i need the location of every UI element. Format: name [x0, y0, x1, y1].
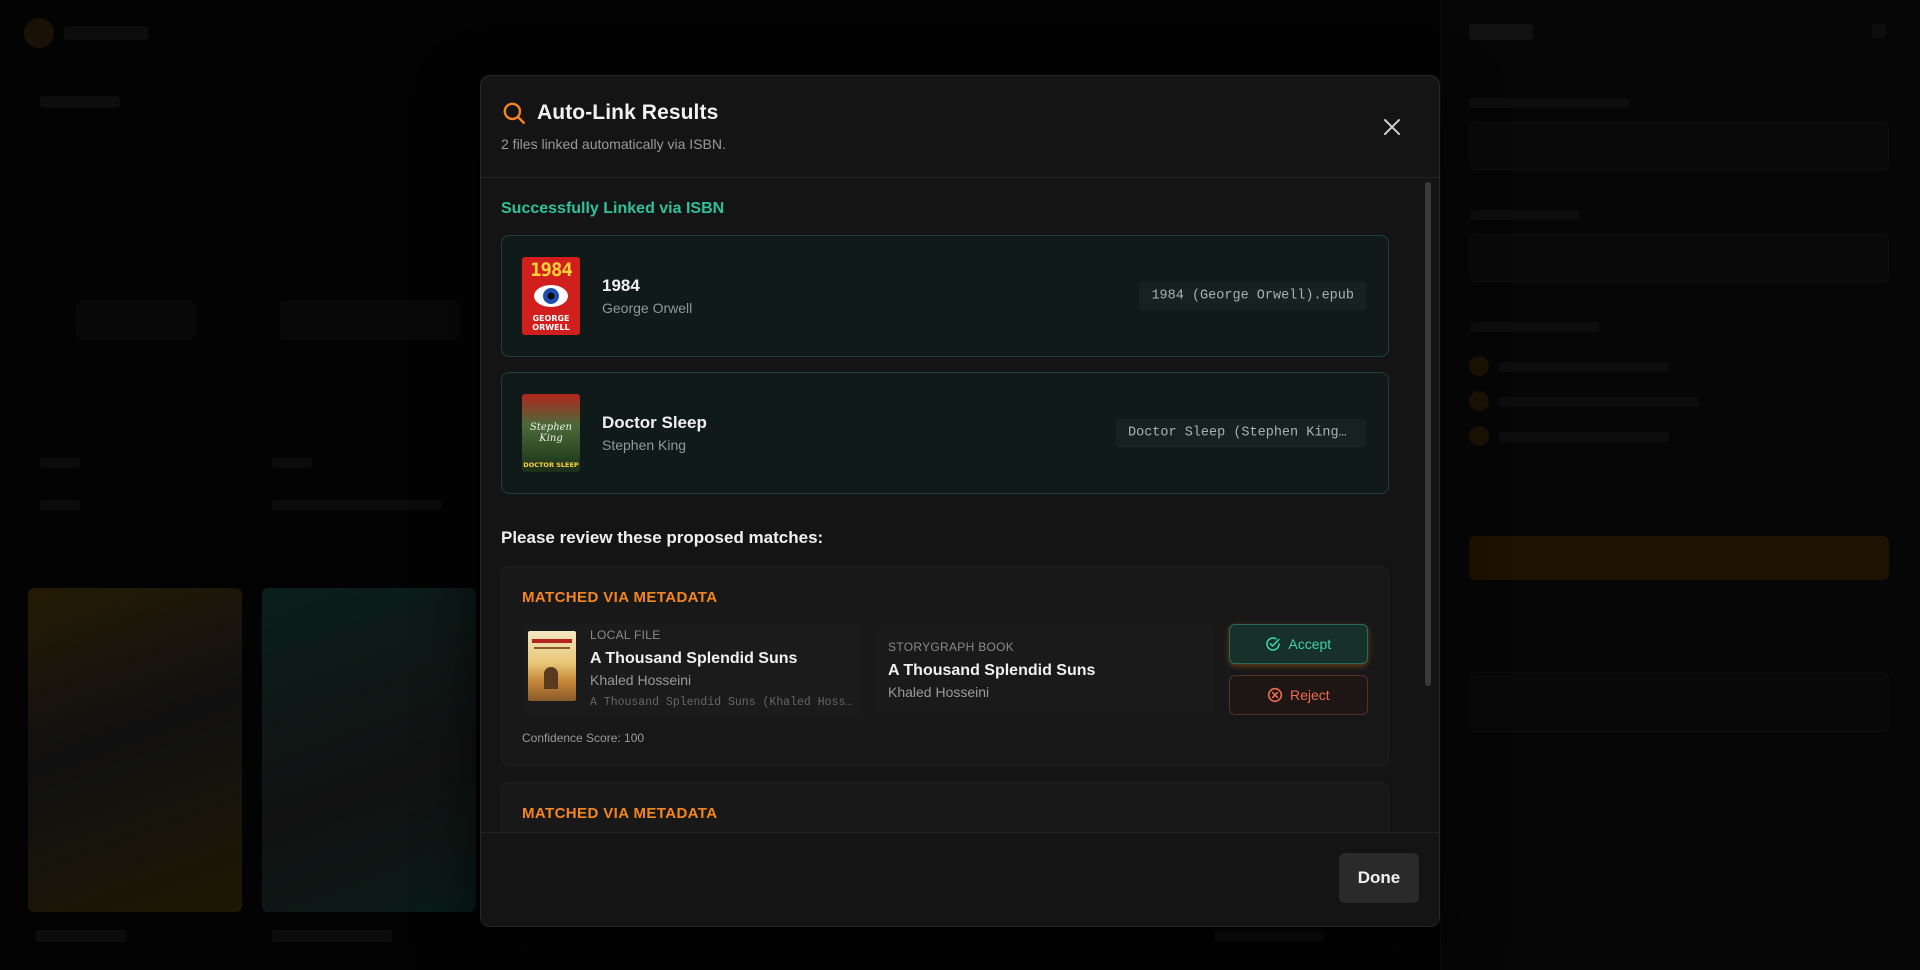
modal-title: Auto-Link Results	[537, 101, 719, 124]
storygraph-label: STORYGRAPH BOOK	[888, 640, 1015, 654]
confidence-score: Confidence Score: 100	[522, 731, 645, 745]
modal-footer: Done	[481, 832, 1439, 926]
search-icon	[503, 102, 525, 124]
reject-button[interactable]: Reject	[1228, 675, 1368, 715]
modal-header: Auto-Link Results 2 files linked automat…	[481, 76, 1439, 178]
storygraph-book-box: STORYGRAPH BOOK A Thousand Splendid Suns…	[876, 624, 1213, 715]
reject-label: Reject	[1289, 687, 1330, 703]
book-author: Stephen King	[602, 437, 687, 453]
auto-link-results-modal: Auto-Link Results 2 files linked automat…	[480, 75, 1440, 927]
cover-title-text: DOCTOR SLEEP	[523, 461, 579, 469]
local-file-box: LOCAL FILE A Thousand Splendid Suns Khal…	[522, 624, 860, 715]
linked-book-card: 1984 GEORGE ORWELL 1984 George Orwell 19…	[501, 235, 1389, 357]
book-title: Doctor Sleep	[602, 413, 707, 432]
book-cover-1984: 1984 GEORGE ORWELL	[522, 257, 580, 335]
close-button[interactable]	[1381, 116, 1403, 138]
modal-subtitle: 2 files linked automatically via ISBN.	[501, 136, 726, 152]
accept-label: Accept	[1288, 636, 1332, 652]
match-type-label: MATCHED VIA METADATA	[522, 805, 718, 822]
match-type-label: MATCHED VIA METADATA	[522, 589, 718, 606]
check-circle-icon	[1266, 637, 1281, 651]
cover-title-text: 1984	[530, 259, 573, 281]
local-file-label: LOCAL FILE	[590, 628, 661, 642]
cover-author-text: Stephen King	[530, 422, 572, 444]
cover-author-text: GEORGE ORWELL	[532, 314, 570, 332]
x-circle-icon	[1267, 687, 1283, 703]
local-book-title: A Thousand Splendid Suns	[590, 650, 798, 667]
linked-section-heading: Successfully Linked via ISBN	[501, 200, 725, 217]
book-title: 1984	[602, 276, 640, 295]
proposed-match-card: MATCHED VIA METADATA	[501, 782, 1389, 834]
modal-body[interactable]: Successfully Linked via ISBN 1984 GEORGE…	[481, 178, 1439, 834]
accept-button[interactable]: Accept	[1228, 624, 1368, 664]
book-author: George Orwell	[602, 300, 693, 316]
local-file-name: A Thousand Splendid Suns (Khaled Hossein…	[590, 696, 854, 709]
file-name-chip: Doctor Sleep (Stephen King).epub	[1116, 418, 1366, 448]
scrollbar-thumb[interactable]	[1425, 182, 1431, 686]
cover-band	[532, 639, 572, 643]
close-icon	[1384, 119, 1400, 135]
local-book-author: Khaled Hosseini	[590, 672, 692, 688]
done-button[interactable]: Done	[1339, 853, 1419, 903]
book-cover-doctor-sleep: Stephen King DOCTOR SLEEP	[522, 394, 580, 472]
storygraph-book-author: Khaled Hosseini	[888, 684, 990, 700]
cover-figure	[544, 667, 558, 689]
linked-book-card: Stephen King DOCTOR SLEEP Doctor Sleep S…	[501, 372, 1389, 494]
book-cover-local	[528, 631, 576, 701]
cover-band	[534, 647, 570, 649]
proposed-match-card: MATCHED VIA METADATA LOCAL FILE A Thousa…	[501, 566, 1389, 766]
review-heading: Please review these proposed matches:	[501, 528, 824, 547]
storygraph-book-title: A Thousand Splendid Suns	[888, 662, 1096, 679]
eye-icon	[534, 285, 568, 307]
file-name-chip: 1984 (George Orwell).epub	[1139, 281, 1366, 311]
